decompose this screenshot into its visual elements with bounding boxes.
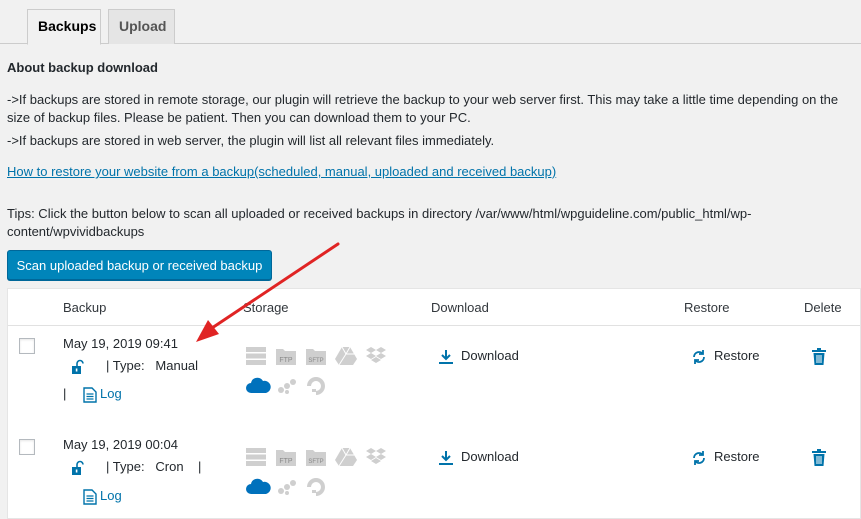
backup-date: May 19, 2019 09:41	[63, 336, 178, 351]
row-checkbox[interactable]	[19, 338, 35, 354]
type-value: Cron	[155, 459, 184, 474]
backup-date: May 19, 2019 00:04	[63, 437, 178, 452]
restore-button[interactable]: Restore	[714, 348, 760, 363]
dropbox-icon	[366, 448, 386, 464]
log-link[interactable]: Log	[100, 386, 122, 401]
restore-icon[interactable]	[691, 349, 707, 365]
svg-text:SFTP: SFTP	[308, 358, 323, 364]
download-button[interactable]: Download	[461, 449, 519, 464]
type-label: | Type:	[106, 358, 145, 373]
log-file-icon	[83, 489, 97, 505]
type-label: | Type:	[106, 459, 145, 474]
table-header: Backup Storage Download Restore Delete	[8, 289, 860, 326]
download-icon[interactable]	[438, 450, 454, 466]
header-download: Download	[431, 300, 489, 315]
scan-backup-button[interactable]: Scan uploaded backup or received backup	[7, 250, 272, 280]
onedrive-icon	[246, 377, 271, 393]
tab-backups[interactable]: Backups	[27, 9, 101, 45]
restore-guide-link[interactable]: How to restore your website from a backu…	[7, 164, 556, 179]
about-web-server-text: ->If backups are stored in web server, t…	[7, 133, 495, 148]
table-row: May 19, 2019 09:41 | Type: Manual | Log …	[8, 326, 860, 426]
sftp-icon: SFTP	[306, 450, 326, 466]
local-server-icon	[246, 347, 266, 365]
backup-table: Backup Storage Download Restore Delete M…	[7, 288, 861, 519]
ftp-icon: FTP	[276, 349, 296, 365]
storage-icons: FTP SFTP	[245, 447, 395, 507]
header-restore: Restore	[684, 300, 730, 315]
table-row: May 19, 2019 00:04 | Type: Cron | Log FT…	[8, 427, 860, 519]
storage-icons: FTP SFTP	[245, 346, 395, 406]
google-drive-icon	[335, 346, 357, 366]
header-storage: Storage	[243, 300, 289, 315]
row-checkbox[interactable]	[19, 439, 35, 455]
digitalocean-icon	[307, 478, 325, 496]
backup-type: | Type: Cron |	[106, 459, 201, 474]
digitalocean-icon	[307, 377, 325, 395]
svg-text:FTP: FTP	[279, 357, 293, 364]
amazon-s3-icon	[278, 480, 296, 495]
about-heading: About backup download	[7, 60, 158, 75]
scan-tips-text: Tips: Click the button below to scan all…	[7, 206, 752, 239]
type-value: Manual	[155, 358, 199, 373]
unlock-icon[interactable]	[69, 359, 85, 375]
restore-button[interactable]: Restore	[714, 449, 760, 464]
unlock-icon[interactable]	[69, 460, 85, 476]
about-remote-storage-text: ->If backups are stored in remote storag…	[7, 92, 839, 125]
onedrive-icon	[246, 478, 271, 494]
separator-pipe: |	[198, 459, 202, 474]
log-link[interactable]: Log	[100, 488, 122, 503]
restore-icon[interactable]	[691, 450, 707, 466]
ftp-icon: FTP	[276, 450, 296, 466]
header-delete: Delete	[804, 300, 842, 315]
tab-bar: Backups Upload	[0, 0, 861, 45]
svg-text:FTP: FTP	[279, 458, 293, 465]
download-button[interactable]: Download	[461, 348, 519, 363]
amazon-s3-icon	[278, 379, 296, 394]
trash-icon[interactable]	[811, 449, 827, 467]
svg-text:SFTP: SFTP	[308, 459, 323, 465]
sftp-icon: SFTP	[306, 349, 326, 365]
header-backup: Backup	[63, 300, 107, 315]
trash-icon[interactable]	[811, 348, 827, 366]
google-drive-icon	[335, 447, 357, 467]
download-icon[interactable]	[438, 349, 454, 365]
local-server-icon	[246, 448, 266, 466]
dropbox-icon	[366, 347, 386, 363]
log-file-icon	[83, 387, 97, 403]
separator-pipe: |	[63, 386, 67, 401]
backup-type: | Type: Manual	[106, 358, 198, 373]
tab-upload[interactable]: Upload	[108, 9, 175, 44]
